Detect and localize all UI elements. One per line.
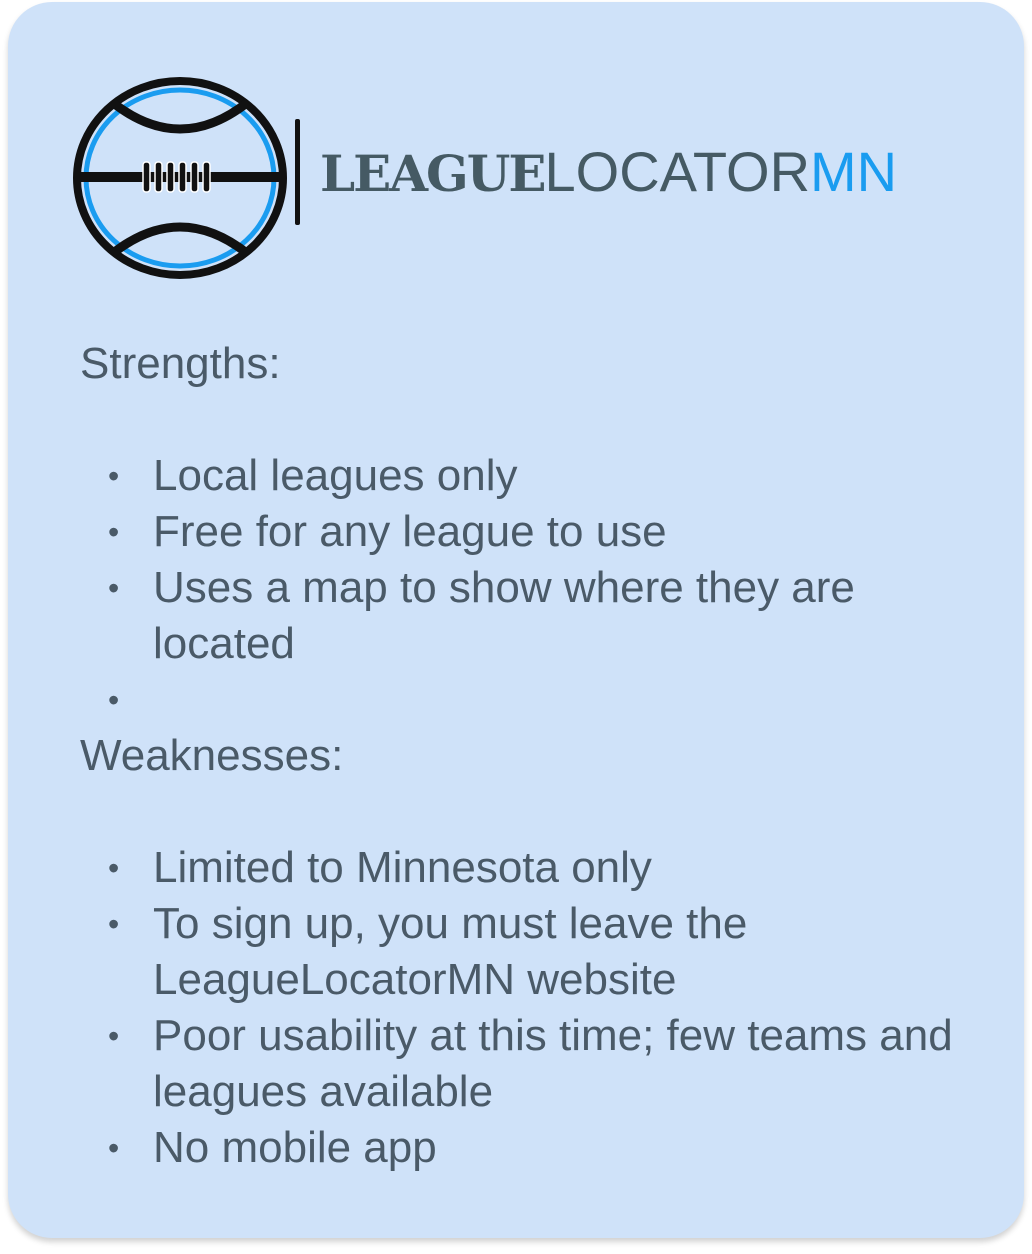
weaknesses-heading: Weaknesses: — [80, 731, 344, 780]
content: Strengths: Local leagues only Free for a… — [80, 336, 980, 1176]
list-item: Poor usability at this time; few teams a… — [80, 1008, 980, 1120]
logo-wordmark: LEAGUELOCATORMN — [320, 140, 898, 204]
list-item: Local leagues only — [80, 448, 980, 504]
strengths-list: Local leagues only Free for any league t… — [80, 448, 980, 728]
logo-word-locator: LOCATOR — [544, 140, 811, 203]
football-logo-icon — [73, 77, 287, 279]
logo-word-mn: MN — [810, 140, 898, 203]
list-item: Uses a map to show where they are locate… — [80, 560, 980, 672]
list-item: Limited to Minnesota only — [80, 840, 980, 896]
strengths-heading: Strengths: — [80, 339, 281, 388]
logo-word-league: LEAGUE — [320, 144, 546, 203]
list-item: To sign up, you must leave the LeagueLoc… — [80, 896, 980, 1008]
weaknesses-list: Limited to Minnesota only To sign up, yo… — [80, 840, 980, 1176]
list-item: No mobile app — [80, 1120, 980, 1176]
info-card: LEAGUELOCATORMN Strengths: Local leagues… — [8, 2, 1024, 1238]
logo-divider — [295, 119, 300, 225]
list-item: Free for any league to use — [80, 504, 980, 560]
list-item — [80, 672, 980, 728]
